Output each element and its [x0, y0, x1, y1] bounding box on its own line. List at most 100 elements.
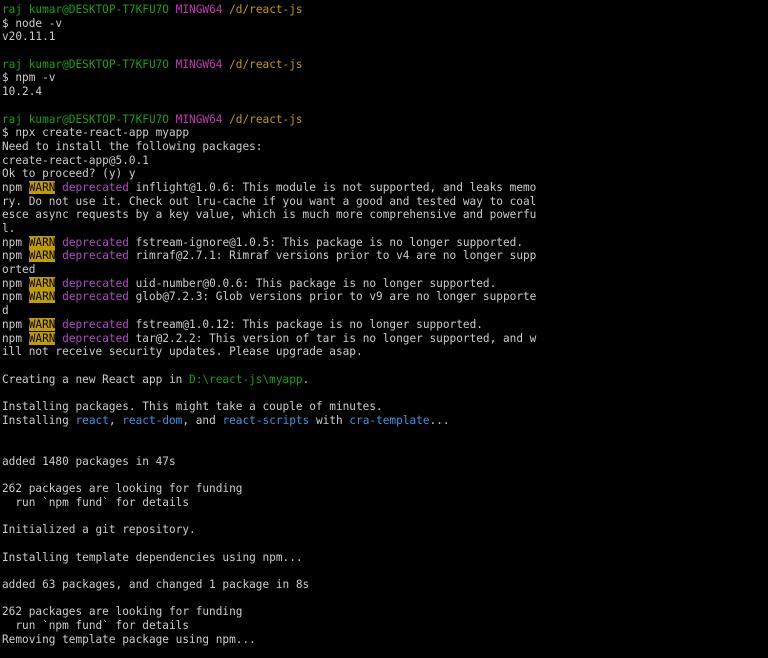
highlighted-text: cra-template: [349, 413, 430, 427]
npm-warning-line: npm WARN deprecated rimraf@2.7.1: Rimraf…: [2, 249, 768, 263]
line-text: Installing template dependencies using n…: [2, 550, 303, 564]
highlighted-text: D:\react-js\myapp: [189, 372, 303, 386]
highlighted-text: react-scripts: [222, 413, 310, 427]
terminal-line: 262 packages are looking for funding: [2, 482, 768, 496]
warning-message: tar@2.2.2: This version of tar is no lon…: [128, 331, 537, 345]
prompt-cwd: /d/react-js: [229, 3, 303, 16]
line-text: ,: [108, 413, 123, 427]
terminal-line: $ npx create-react-app myapp: [2, 126, 768, 140]
line-text: d: [2, 304, 9, 318]
prompt-cwd: /d/react-js: [229, 112, 303, 126]
warning-message: fstream@1.0.12: This package is no longe…: [128, 317, 483, 331]
warn-badge: WARN: [28, 249, 56, 263]
npm-label: npm: [2, 331, 23, 345]
prompt-cwd: /d/react-js: [229, 57, 303, 71]
line-text: ...: [429, 413, 450, 427]
deprecated-label: deprecated: [62, 276, 129, 290]
terminal-line: Creating a new React app in D:\react-js\…: [2, 373, 768, 387]
terminal-line: v20.11.1: [2, 30, 768, 44]
npm-label: npm: [2, 235, 23, 249]
terminal-line: run `npm fund` for details: [2, 496, 768, 510]
line-text: $ node -v: [2, 16, 63, 30]
terminal-line: added 63 packages, and changed 1 package…: [2, 578, 768, 592]
line-text: Installing packages. This might take a c…: [2, 399, 383, 413]
warning-message: fstream-ignore@1.0.5: This package is no…: [128, 235, 523, 249]
prompt-user-host: raj kumar@DESKTOP-T7KFU7O: [2, 112, 169, 126]
warn-badge: WARN: [28, 276, 56, 290]
npm-label: npm: [2, 290, 23, 304]
line-text: Removing template package using npm...: [2, 632, 256, 646]
terminal-line: 262 packages are looking for funding: [2, 605, 768, 619]
prompt-user-host: raj kumar@DESKTOP-T7KFU7O: [2, 3, 169, 16]
npm-label: npm: [2, 249, 23, 263]
warn-badge: WARN: [28, 235, 56, 249]
warn-badge: WARN: [28, 180, 56, 194]
npm-label: npm: [2, 276, 23, 290]
deprecated-label: deprecated: [62, 290, 129, 304]
terminal-line: Initialized a git repository.: [2, 523, 768, 537]
line-text: run `npm fund` for details: [2, 618, 190, 632]
terminal-line: Removing template package using npm...: [2, 633, 768, 647]
line-text: Creating a new React app in: [2, 372, 190, 386]
line-text: 262 packages are looking for funding: [2, 605, 243, 619]
terminal-line: Installing template dependencies using n…: [2, 551, 768, 565]
warning-message: uid-number@0.0.6: This package is no lon…: [128, 276, 497, 290]
prompt-line: raj kumar@DESKTOP-T7KFU7O MINGW64 /d/rea…: [2, 3, 768, 17]
prompt-user-host: raj kumar@DESKTOP-T7KFU7O: [2, 57, 169, 71]
prompt-shell: MINGW64: [175, 112, 223, 126]
prompt-line: raj kumar@DESKTOP-T7KFU7O MINGW64 /d/rea…: [2, 113, 768, 127]
npm-warning-line: npm WARN deprecated fstream@1.0.12: This…: [2, 317, 768, 332]
terminal-line: orted: [2, 263, 768, 277]
deprecated-label: deprecated: [62, 249, 129, 263]
deprecated-label: deprecated: [62, 180, 129, 194]
terminal-output[interactable]: raj kumar@DESKTOP-T7KFU7O MINGW64 /d/rea…: [0, 0, 768, 658]
line-text: Need to install the following packages:: [2, 139, 263, 153]
terminal-line: added 1480 packages in 47s: [2, 455, 768, 469]
line-text: added 63 packages, and changed 1 package…: [2, 577, 310, 591]
terminal-line: Need to install the following packages:: [2, 140, 768, 154]
warn-badge: WARN: [28, 317, 56, 331]
line-text: Installing: [2, 413, 76, 427]
prompt-line: raj kumar@DESKTOP-T7KFU7O MINGW64 /d/rea…: [2, 58, 768, 72]
warning-message: inflight@1.0.6: This module is not suppo…: [128, 180, 537, 194]
terminal-line: Ok to proceed? (y) y: [2, 167, 768, 181]
warn-badge: WARN: [28, 290, 56, 304]
terminal-line: Installing packages. This might take a c…: [2, 400, 768, 414]
terminal-line: l.: [2, 222, 768, 236]
warn-badge: WARN: [28, 331, 56, 345]
line-text: with: [309, 413, 350, 427]
terminal-line: 10.2.4: [2, 85, 768, 99]
terminal-line: ry. Do not use it. Check out lru-cache i…: [2, 195, 768, 209]
line-text: esce async requests by a key value, whic…: [2, 208, 537, 222]
terminal-line: d: [2, 304, 768, 318]
warning-message: glob@7.2.3: Glob versions prior to v9 ar…: [128, 290, 537, 304]
npm-warning-line: npm WARN deprecated glob@7.2.3: Glob ver…: [2, 290, 768, 304]
deprecated-label: deprecated: [62, 317, 129, 331]
prompt-shell: MINGW64: [175, 3, 223, 16]
terminal-line: Installing react, react-dom, and react-s…: [2, 414, 768, 428]
line-text: create-react-app@5.0.1: [2, 153, 149, 167]
terminal-line: $ node -v: [2, 17, 768, 31]
line-text: 262 packages are looking for funding: [2, 482, 243, 496]
line-text: $ npx create-react-app myapp: [2, 126, 190, 140]
line-text: ry. Do not use it. Check out lru-cache i…: [2, 194, 537, 208]
npm-warning-line: npm WARN deprecated fstream-ignore@1.0.5…: [2, 235, 768, 250]
terminal-line: ill not receive security updates. Please…: [2, 345, 768, 359]
terminal-line: esce async requests by a key value, whic…: [2, 208, 768, 222]
line-text: Ok to proceed? (y) y: [2, 167, 136, 181]
line-text: , and: [182, 413, 223, 427]
npm-warning-line: npm WARN deprecated inflight@1.0.6: This…: [2, 180, 768, 195]
line-text: $ npm -v: [2, 71, 56, 85]
npm-label: npm: [2, 180, 23, 194]
terminal-line: $ npm -v: [2, 71, 768, 85]
